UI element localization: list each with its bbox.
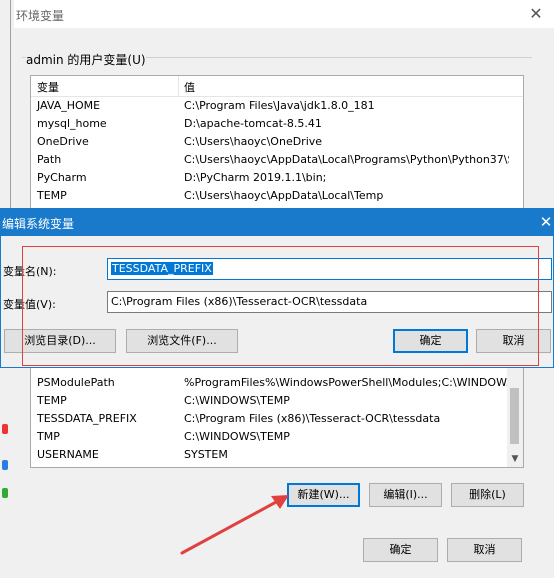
user-row-temp[interactable]: TEMP C:\Users\haoyc\AppData\Local\Temp — [31, 187, 507, 205]
new-variable-button[interactable]: 新建(W)... — [287, 483, 360, 507]
user-row-pycharm[interactable]: PyCharm D:\PyCharm 2019.1.1\bin; — [31, 169, 507, 187]
row-value: C:\WINDOWS\TEMP — [184, 394, 290, 407]
delete-variable-button[interactable]: 删除(L) — [451, 483, 524, 507]
scroll-down-arrow-icon[interactable]: ▼ — [507, 451, 523, 467]
annotation-highlight-box — [22, 246, 539, 366]
row-value: C:\Users\haoyc\AppData\Local\Programs\Py… — [184, 153, 509, 166]
system-variables-list[interactable]: PSModulePath %ProgramFiles%\WindowsPower… — [30, 368, 524, 468]
outer-ok-button[interactable]: 确定 — [363, 538, 438, 562]
header-variable[interactable]: 变量 — [37, 79, 59, 95]
annotation-arrow-icon — [180, 495, 289, 555]
row-value: %ProgramFiles%\WindowsPowerShell\Modules… — [184, 376, 509, 389]
user-list-header: 变量 值 — [31, 76, 523, 97]
row-name: OneDrive — [37, 135, 89, 148]
row-name: TEMP — [37, 394, 67, 407]
row-value: D:\apache-tomcat-8.5.41 — [184, 117, 322, 130]
outer-title-bar — [14, 0, 554, 28]
header-separator[interactable] — [178, 76, 179, 96]
scrollbar-thumb[interactable] — [510, 388, 519, 444]
header-value[interactable]: 值 — [184, 79, 195, 95]
system-list-scrollbar[interactable]: ▼ — [507, 368, 523, 467]
row-value: C:\Users\haoyc\AppData\Local\Temp — [184, 189, 384, 202]
row-value: C:\Users\haoyc\OneDrive — [184, 135, 323, 148]
row-value: C:\WINDOWS\TEMP — [184, 430, 290, 443]
user-row-mysql-home[interactable]: mysql_home D:\apache-tomcat-8.5.41 — [31, 115, 507, 133]
row-name: PyCharm — [37, 171, 87, 184]
edit-dialog-title-bar — [0, 208, 554, 236]
background-red-mark — [2, 424, 8, 434]
row-name: TMP — [37, 430, 60, 443]
user-row-path[interactable]: Path C:\Users\haoyc\AppData\Local\Progra… — [31, 151, 509, 169]
system-row-tmp[interactable]: TMP C:\WINDOWS\TEMP — [31, 428, 507, 446]
row-name: USERNAME — [37, 448, 99, 461]
system-row-username[interactable]: USERNAME SYSTEM — [31, 446, 507, 464]
system-row-psmodulepath[interactable]: PSModulePath %ProgramFiles%\WindowsPower… — [31, 374, 509, 392]
row-name: mysql_home — [37, 117, 107, 130]
row-name: JAVA_HOME — [37, 99, 101, 112]
outer-cancel-button[interactable]: 取消 — [447, 538, 522, 562]
outer-dialog-title: 环境变量 — [16, 9, 65, 23]
user-variables-group-label: admin 的用户变量(U) — [26, 51, 146, 68]
user-row-java-home[interactable]: JAVA_HOME C:\Program Files\Java\jdk1.8.0… — [31, 97, 507, 115]
row-value: C:\Program Files (x86)\Tesseract-OCR\tes… — [184, 412, 441, 425]
row-value: C:\Program Files\Java\jdk1.8.0_181 — [184, 99, 375, 112]
user-row-onedrive[interactable]: OneDrive C:\Users\haoyc\OneDrive — [31, 133, 507, 151]
background-green-mark — [2, 488, 8, 498]
edit-dialog-close-icon[interactable]: ✕ — [538, 212, 554, 232]
row-name: TESSDATA_PREFIX — [37, 412, 137, 425]
system-row-temp[interactable]: TEMP C:\WINDOWS\TEMP — [31, 392, 507, 410]
row-value: D:\PyCharm 2019.1.1\bin; — [184, 171, 327, 184]
system-row-tessdata-prefix[interactable]: TESSDATA_PREFIX C:\Program Files (x86)\T… — [31, 410, 507, 428]
row-name: Path — [37, 153, 62, 166]
row-name: TEMP — [37, 189, 67, 202]
outer-close-icon[interactable]: ✕ — [524, 3, 548, 25]
row-name: PSModulePath — [37, 376, 115, 389]
user-variables-list[interactable]: 变量 值 JAVA_HOME C:\Program Files\Java\jdk… — [30, 75, 524, 209]
row-value: SYSTEM — [184, 448, 228, 461]
edit-dialog-title: 编辑系统变量 — [2, 217, 75, 231]
edit-variable-button[interactable]: 编辑(I)... — [369, 483, 442, 507]
background-blue-mark — [2, 460, 8, 470]
